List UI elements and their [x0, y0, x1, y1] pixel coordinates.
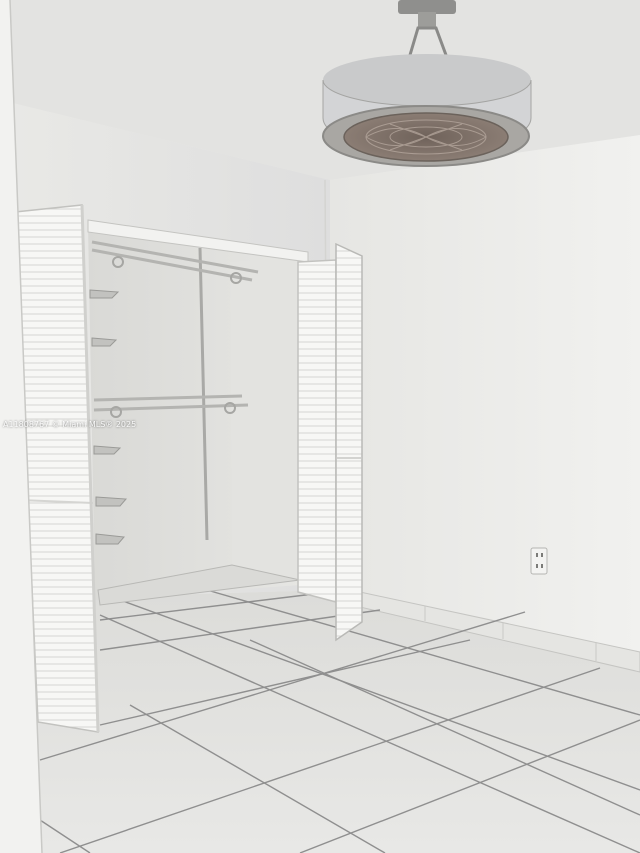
- electrical-outlet: [530, 547, 548, 575]
- closet-door-right: [297, 259, 337, 603]
- right-wall: [330, 135, 640, 665]
- room-photo: A11808767 © Miami MLS® 2025: [0, 0, 640, 853]
- closet-door-right-panel: [335, 242, 363, 642]
- closet-side-wall: [230, 258, 300, 580]
- mls-watermark: A11808767 © Miami MLS® 2025: [3, 420, 137, 429]
